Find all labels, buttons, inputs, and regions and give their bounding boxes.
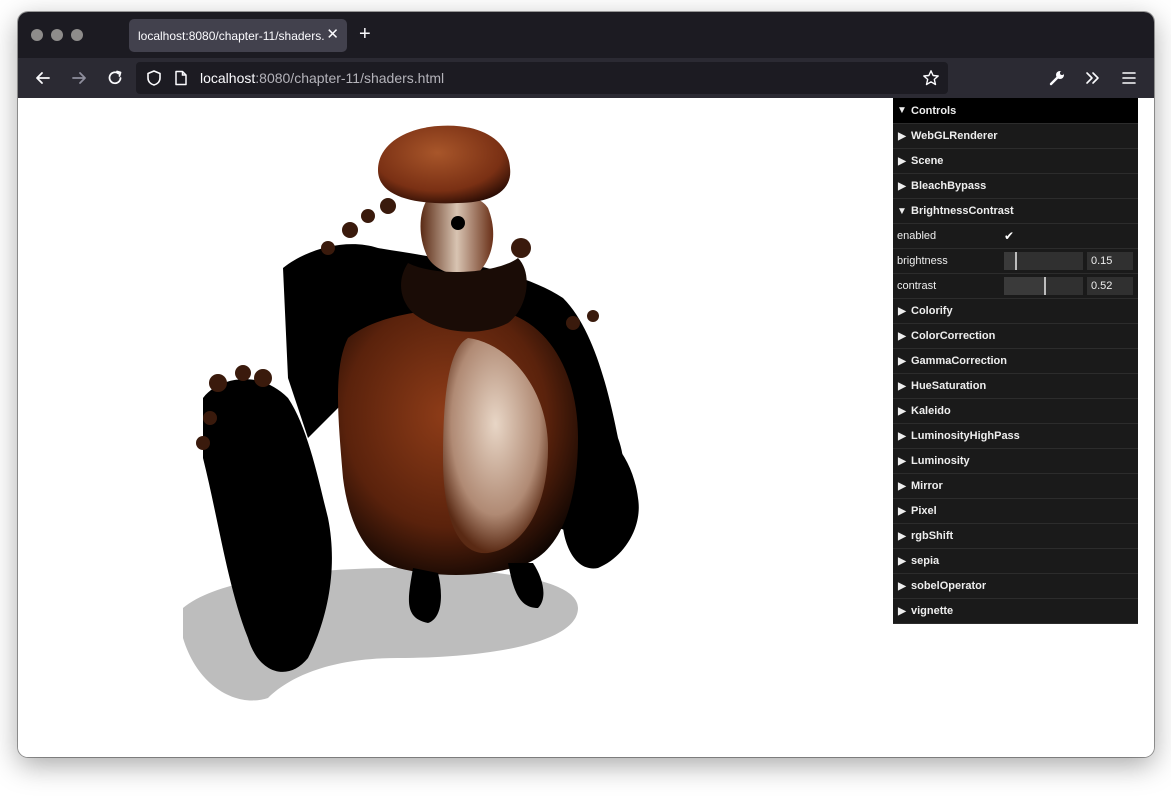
folder-label: BleachBypass [911,180,987,192]
folder-colorcorrection[interactable]: ▶ ColorCorrection [893,324,1138,349]
url-path: :8080/chapter-11/shaders.html [255,70,445,86]
enabled-row: enabled ✔ [893,224,1138,249]
chevron-right-icon: ▶ [898,380,906,392]
brightness-slider[interactable] [1004,252,1083,270]
folder-label: Scene [911,155,944,167]
folder-label: sobelOperator [911,580,987,592]
folder-gammacorrection[interactable]: ▶ GammaCorrection [893,349,1138,374]
folder-mirror[interactable]: ▶ Mirror [893,474,1138,499]
brightness-label: brightness [897,255,948,267]
tab-shaders[interactable]: localhost:8080/chapter-11/shaders.h ✕ [129,19,347,52]
folder-luminosityhighpass[interactable]: ▶ LuminosityHighPass [893,424,1138,449]
new-tab-icon[interactable]: + [359,24,371,44]
url-bar[interactable]: localhost:8080/chapter-11/shaders.html [136,62,948,94]
folder-sepia[interactable]: ▶ sepia [893,549,1138,574]
browser-window: localhost:8080/chapter-11/shaders.h ✕ + … [18,12,1154,757]
enabled-label: enabled [897,230,937,242]
hamburger-menu-icon[interactable] [1119,68,1139,88]
close-window-button[interactable] [31,29,43,41]
contrast-slider[interactable] [1004,277,1083,295]
chevron-right-icon: ▶ [898,605,906,617]
page-icon [175,70,187,86]
overflow-chevrons-icon[interactable] [1083,68,1103,88]
folder-label: rgbShift [911,530,954,542]
chevron-right-icon: ▶ [898,180,906,192]
brightness-slider-thumb[interactable] [1015,252,1017,270]
folder-label: Kaleido [911,405,951,417]
contrast-value-input[interactable]: 0.52 [1087,277,1133,295]
contrast-slider-thumb[interactable] [1044,277,1046,295]
folder-kaleido[interactable]: ▶ Kaleido [893,399,1138,424]
chevron-right-icon: ▶ [898,580,906,592]
url-text[interactable]: localhost:8080/chapter-11/shaders.html [200,70,444,86]
chevron-right-icon: ▶ [898,480,906,492]
contrast-label: contrast [897,280,937,292]
chevron-right-icon: ▶ [898,555,906,567]
shield-icon[interactable] [145,69,163,87]
dat-gui-panel: ▼ Controls ▶ WebGLRenderer ▶ Scene ▶ Bleach… [893,98,1138,624]
webgl-canvas[interactable]: ▼ Controls ▶ WebGLRenderer ▶ Scene ▶ Bleach… [18,98,1154,757]
navigation-bar: localhost:8080/chapter-11/shaders.html [18,58,1154,98]
eye [451,216,465,230]
folder-brightnesscontrast[interactable]: ▼ BrightnessContrast [893,199,1138,224]
folder-label: GammaCorrection [911,355,1007,367]
folder-label: Mirror [911,480,943,492]
folder-bleachbypass[interactable]: ▶ BleachBypass [893,174,1138,199]
tab-title: localhost:8080/chapter-11/shaders.h [138,28,324,43]
chevron-right-icon: ▶ [898,305,906,317]
chevron-right-icon: ▶ [898,505,906,517]
folder-label: vignette [911,605,954,617]
folder-rgbshift[interactable]: ▶ rgbShift [893,524,1138,549]
chevron-right-icon: ▶ [898,430,906,442]
chevron-down-icon: ▼ [897,205,907,217]
head-cap [378,125,511,204]
chevron-right-icon: ▶ [898,130,906,142]
chevron-right-icon: ▶ [898,330,906,342]
folder-label: ColorCorrection [911,330,996,342]
minimize-window-button[interactable] [51,29,63,41]
mushroom-creature-scene [183,125,639,701]
folder-luminosity[interactable]: ▶ Luminosity [893,449,1138,474]
bookmark-star-icon[interactable] [922,69,940,87]
folder-label: Pixel [911,505,937,517]
zoom-window-button[interactable] [71,29,83,41]
folder-colorify[interactable]: ▶ Colorify [893,299,1138,324]
chevron-down-icon: ▼ [897,105,907,116]
folder-label: BrightnessContrast [911,205,1014,217]
folder-scene[interactable]: ▶ Scene [893,149,1138,174]
controls-header[interactable]: ▼ Controls [893,98,1138,124]
contrast-slider-fill [1004,277,1045,295]
folder-vignette[interactable]: ▶ vignette [893,599,1138,624]
folder-webglrenderer[interactable]: ▶ WebGLRenderer [893,124,1138,149]
contrast-row: contrast 0.52 [893,274,1138,299]
folder-label: LuminosityHighPass [911,430,1020,442]
folder-sobeloperator[interactable]: ▶ sobelOperator [893,574,1138,599]
close-tab-icon[interactable]: ✕ [326,27,339,43]
chevron-right-icon: ▶ [898,355,906,367]
wrench-icon[interactable] [1047,68,1067,88]
controls-title: Controls [911,104,957,117]
back-icon[interactable] [33,68,53,88]
tab-bar: localhost:8080/chapter-11/shaders.h ✕ + [18,12,1154,58]
folder-huesaturation[interactable]: ▶ HueSaturation [893,374,1138,399]
chevron-right-icon: ▶ [898,155,906,167]
chevron-right-icon: ▶ [898,405,906,417]
chevron-right-icon: ▶ [898,455,906,467]
brightness-value-input[interactable]: 0.15 [1087,252,1133,270]
folder-label: WebGLRenderer [911,130,998,142]
folder-label: sepia [911,555,940,567]
enabled-checkbox[interactable]: ✔ [1004,229,1018,243]
url-host: localhost [200,70,256,86]
folder-label: HueSaturation [911,380,987,392]
brightness-row: brightness 0.15 [893,249,1138,274]
reload-icon[interactable] [105,68,125,88]
forward-icon[interactable] [69,68,89,88]
folder-label: Luminosity [911,455,970,467]
folder-pixel[interactable]: ▶ Pixel [893,499,1138,524]
chevron-right-icon: ▶ [898,530,906,542]
folder-label: Colorify [911,305,953,317]
